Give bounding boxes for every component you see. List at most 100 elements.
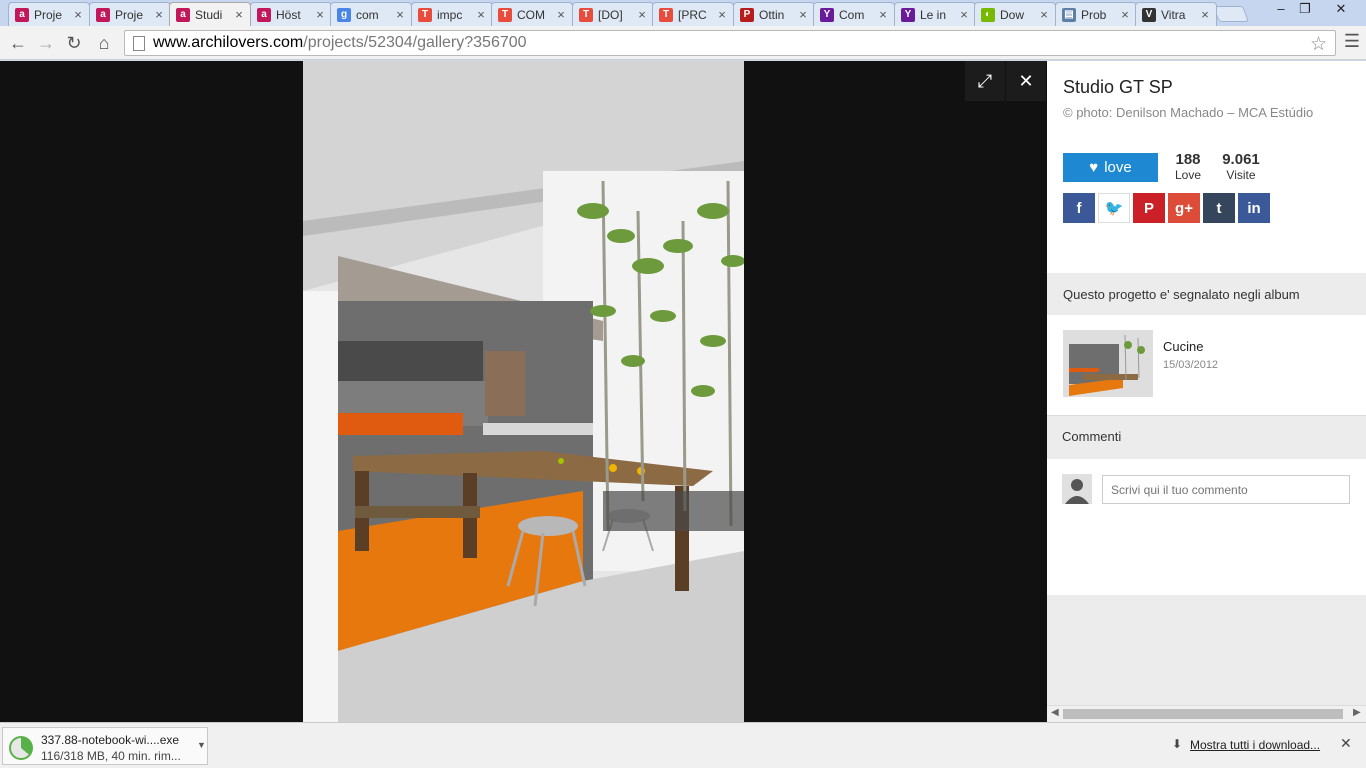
comments-panel <box>1047 459 1366 595</box>
nvidia-icon: ◐ <box>981 7 995 22</box>
download-filename: 337.88-notebook-wi....exe <box>41 733 180 747</box>
tab-close-icon[interactable]: × <box>715 7 729 22</box>
browser-toolbar: ← → ↻ ⌂ www.archilovers.com/projects/523… <box>0 26 1366 60</box>
back-icon[interactable]: ← <box>6 31 30 55</box>
scrollbar-thumb[interactable] <box>1063 709 1343 719</box>
album-date: 15/03/2012 <box>1163 359 1219 371</box>
browser-tab[interactable]: g com × <box>330 2 412 26</box>
tumblr-icon[interactable]: t <box>1203 193 1235 223</box>
love-button[interactable]: ♥ love <box>1063 153 1158 182</box>
browser-tab[interactable]: V Vitra × <box>1135 2 1217 26</box>
love-caption: Love <box>1174 168 1202 182</box>
restore-button[interactable]: ❐ <box>1290 0 1320 20</box>
horizontal-scrollbar[interactable]: ◀ ▶ <box>1047 705 1366 722</box>
browser-tab[interactable]: a Proje × <box>89 2 171 26</box>
browser-tab[interactable]: ▤ Prob × <box>1055 2 1137 26</box>
project-title: Studio GT SP <box>1063 77 1173 97</box>
tab-close-icon[interactable]: × <box>635 7 649 22</box>
browser-tab[interactable]: Y Le in × <box>894 2 976 26</box>
t-icon: T <box>659 7 673 22</box>
close-download-bar-icon[interactable]: ✕ <box>1340 735 1352 752</box>
browser-tab[interactable]: T [DO] × <box>572 2 654 26</box>
new-tab-button[interactable] <box>1213 6 1249 22</box>
archilovers-icon: a <box>257 7 271 22</box>
browser-tab[interactable]: ◐ Dow × <box>974 2 1056 26</box>
tab-close-icon[interactable]: × <box>957 7 971 22</box>
download-menu-icon[interactable]: ▼ <box>197 740 206 750</box>
photo-credit: © photo: Denilson Machado – MCA Estúdio <box>1063 105 1314 120</box>
archilovers-icon: a <box>15 7 29 22</box>
browser-tab[interactable]: T COM × <box>491 2 573 26</box>
pcw-icon: P <box>740 7 754 22</box>
forward-icon[interactable]: → <box>34 31 58 55</box>
gallery-photo <box>303 61 744 722</box>
tab-close-icon[interactable]: × <box>1198 7 1212 22</box>
bookmark-star-icon[interactable]: ☆ <box>1310 33 1327 56</box>
tab-close-icon[interactable]: × <box>876 7 890 22</box>
tab-title: Proje <box>34 7 63 22</box>
twitter-icon[interactable]: 🐦 <box>1098 193 1130 223</box>
reload-icon[interactable]: ↻ <box>62 31 86 55</box>
address-bar[interactable]: www.archilovers.com/projects/52304/galle… <box>124 30 1336 56</box>
url-path: /projects/52304/gallery?356700 <box>303 34 527 51</box>
tab-strip: – ❐ ✕ a Proje × a Proje × a Studi × a Höst × g com × Ti… <box>0 0 1366 26</box>
album-list-item[interactable]: Cucine 15/03/2012 <box>1047 315 1366 416</box>
tab-close-icon[interactable]: × <box>71 7 85 22</box>
tab-close-icon[interactable]: × <box>474 7 488 22</box>
browser-tab[interactable]: T [PRC × <box>652 2 734 26</box>
scroll-right-icon[interactable]: ▶ <box>1353 707 1361 718</box>
tab-title: Com <box>839 7 865 22</box>
album-name[interactable]: Cucine <box>1163 339 1203 354</box>
google-icon: g <box>337 7 351 22</box>
url-host: www.archilovers.com <box>153 34 304 51</box>
download-bar: 337.88-notebook-wi....exe 116/318 MB, 40… <box>0 722 1366 768</box>
close-window-button[interactable]: ✕ <box>1318 0 1364 20</box>
browser-tab[interactable]: P Ottin × <box>733 2 815 26</box>
vitra-icon: V <box>1142 7 1156 22</box>
tab-close-icon[interactable]: × <box>393 7 407 22</box>
t-icon: T <box>418 7 432 22</box>
love-count: 188 <box>1175 151 1201 168</box>
chrome-menu-icon[interactable]: ☰ <box>1344 31 1360 52</box>
home-icon[interactable]: ⌂ <box>92 31 116 55</box>
page-icon <box>133 35 145 51</box>
tab-title: Prob <box>1081 7 1107 22</box>
tab-title: Proje <box>115 7 144 22</box>
heart-icon: ♥ <box>1089 159 1099 176</box>
tab-close-icon[interactable]: × <box>232 7 246 22</box>
yahoo-icon: Y <box>901 7 915 22</box>
comment-input[interactable] <box>1102 475 1350 504</box>
project-info-panel: Studio GT SP © photo: Denilson Machado –… <box>1047 61 1366 273</box>
tab-close-icon[interactable]: × <box>1118 7 1132 22</box>
browser-tab[interactable]: a Studi × <box>169 2 251 26</box>
browser-tab[interactable]: Timpc × <box>411 2 493 26</box>
visits-caption: Visite <box>1226 168 1256 182</box>
show-all-downloads-link[interactable]: Mostra tutti i download... <box>1190 738 1320 752</box>
browser-tab[interactable]: a Proje × <box>8 2 90 26</box>
tab-close-icon[interactable]: × <box>554 7 568 22</box>
scroll-left-icon[interactable]: ◀ <box>1051 707 1059 718</box>
facebook-icon[interactable]: f <box>1063 193 1095 223</box>
tab-title: Vitra <box>1161 7 1186 22</box>
t-icon: T <box>579 7 593 22</box>
tab-close-icon[interactable]: × <box>152 7 166 22</box>
tab-title: Studi <box>195 7 223 22</box>
close-gallery-icon[interactable]: ✕ <box>1006 61 1046 101</box>
tab-title: impc <box>437 7 463 22</box>
browser-tab[interactable]: Y Com × <box>813 2 895 26</box>
visits-count: 9.061 <box>1222 151 1260 168</box>
tab-close-icon[interactable]: × <box>1037 7 1051 22</box>
pinterest-icon[interactable]: P <box>1133 193 1165 223</box>
tab-title: com <box>356 7 379 22</box>
tab-close-icon[interactable]: × <box>796 7 810 22</box>
linkedin-icon[interactable]: in <box>1238 193 1270 223</box>
fullscreen-icon[interactable]: ⤢ <box>965 61 1005 101</box>
download-arrow-icon: ⬇ <box>1172 737 1183 751</box>
download-item[interactable]: 337.88-notebook-wi....exe 116/318 MB, 40… <box>2 727 208 765</box>
forum-icon: ▤ <box>1062 7 1076 22</box>
album-thumbnail[interactable] <box>1063 330 1153 397</box>
page-content: ⤢ ✕ Studio GT SP © photo: Denilson Macha… <box>0 61 1366 722</box>
browser-tab[interactable]: a Höst × <box>250 2 332 26</box>
tab-close-icon[interactable]: × <box>313 7 327 22</box>
google-plus-icon[interactable]: g+ <box>1168 193 1200 223</box>
